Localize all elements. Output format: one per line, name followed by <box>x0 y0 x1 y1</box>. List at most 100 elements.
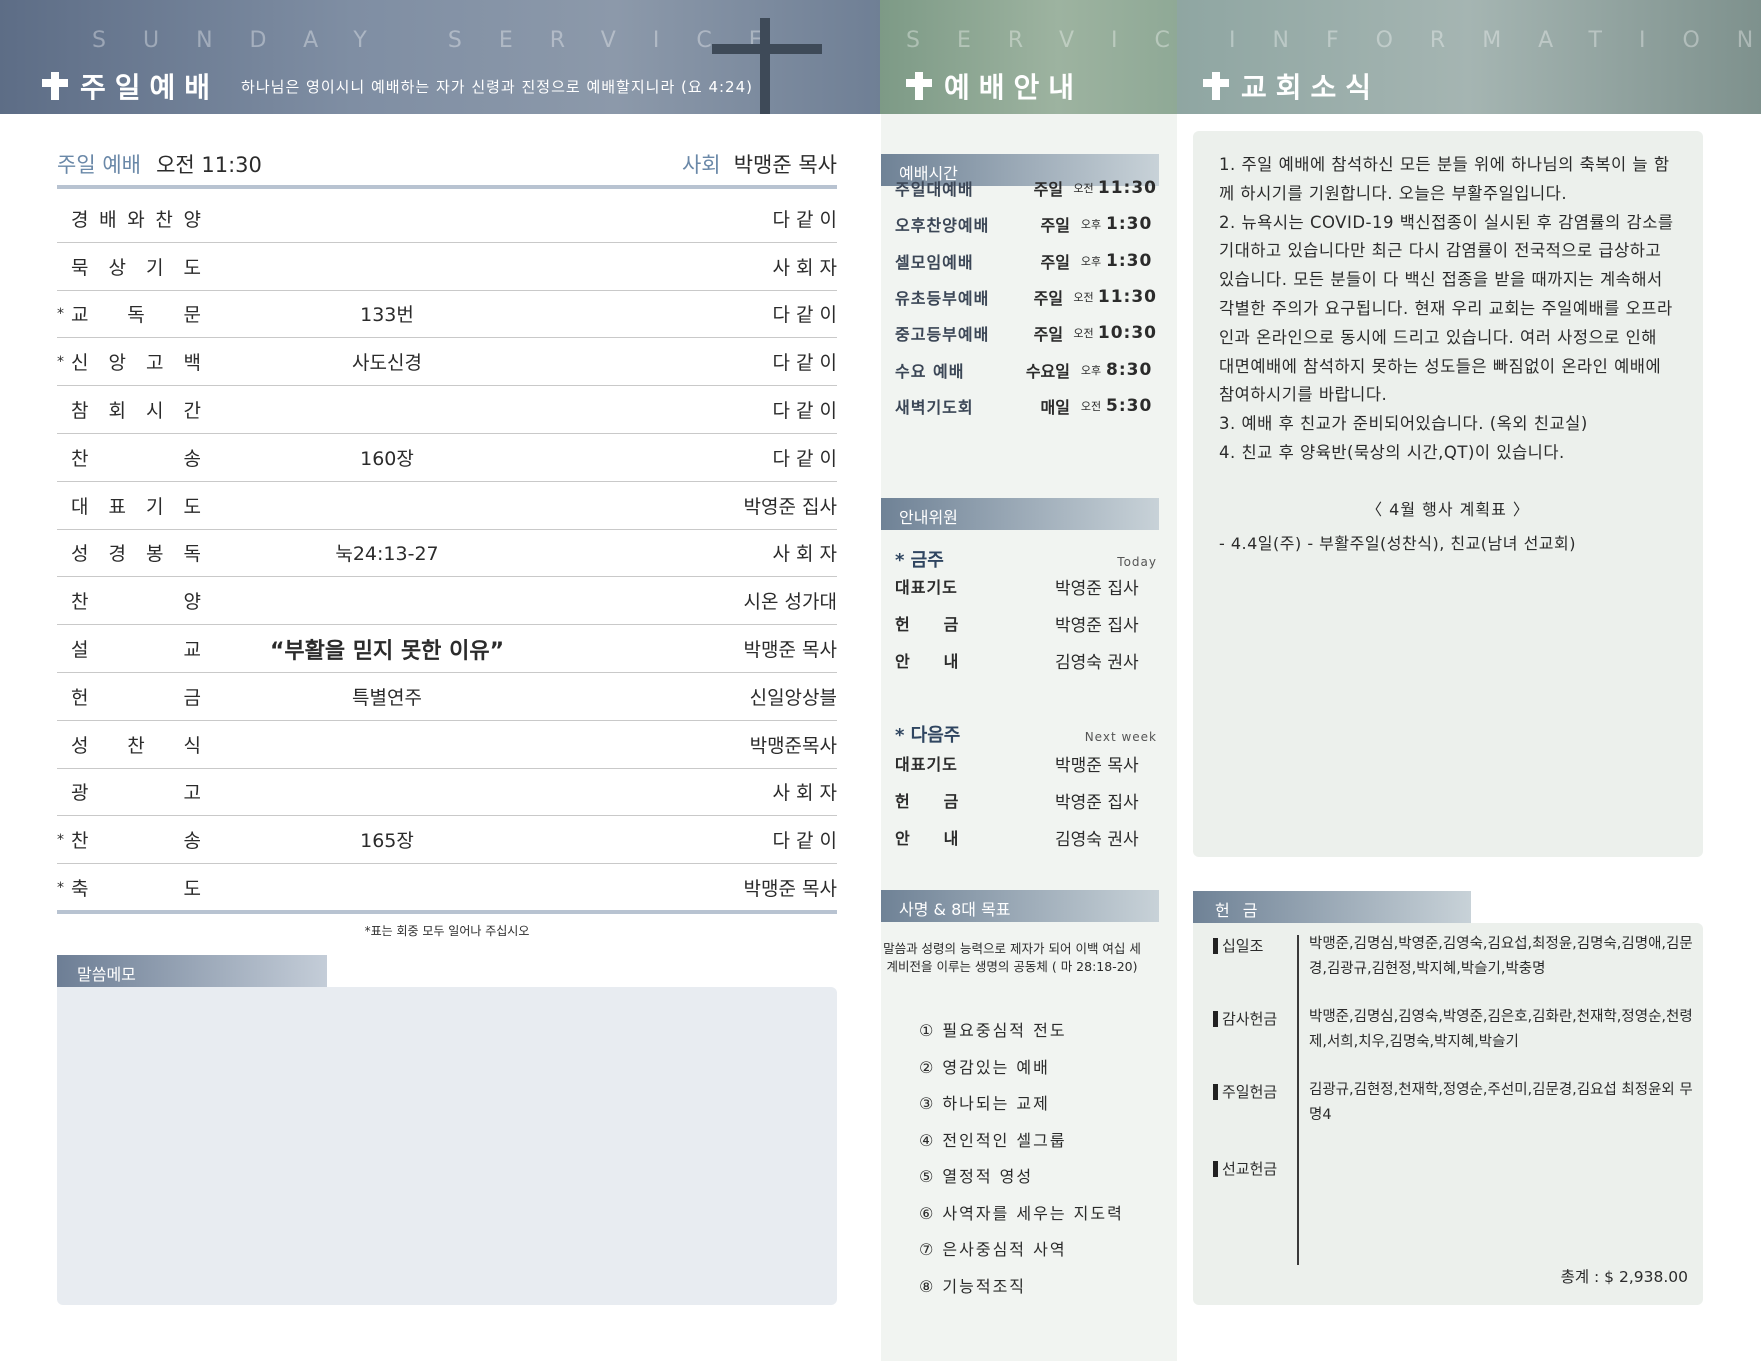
schedule-day: 매일 <box>1040 397 1070 417</box>
order-row: 묵상기도 사 회 자 <box>57 243 837 291</box>
order-item-name: 경배와찬양 <box>71 205 201 232</box>
mission-statement: 말씀과 성령의 능력으로 제자가 되어 이백 여십 세계비전을 이루는 생명의 … <box>883 941 1141 974</box>
schedule-row: 오후찬양예배 주일 오후 1:30 <box>895 206 1157 242</box>
offering-names: 박맹준,김명심,김영숙,박영준,김은호,김화란,천재학,정영순,천령제,서희,치… <box>1309 1009 1693 1050</box>
order-item-leader: 박영준 집사 <box>743 495 837 518</box>
offering-names: 김광규,김현정,천재학,정영순,주선미,김문경,김요섭 최정윤외 무명4 <box>1309 1082 1693 1123</box>
header-title-group: 주일예배 하나님은 영이시니 예배하는 자가 신령과 진정으로 예배할지니라 (… <box>42 66 753 106</box>
offering-category-label: 선교헌금 <box>1222 1160 1278 1178</box>
order-row: 경배와찬양 다 같 이 <box>57 195 837 243</box>
stand-note: *표는 회중 모두 일어나 주십시오 <box>364 924 530 938</box>
schedule-row: 유초등부예배 주일 오전 11:30 <box>895 279 1157 315</box>
header-spaced-text: SUNDAY SERVICE <box>92 28 800 53</box>
header-band-information: INFORMATION 교회소식 <box>1177 0 1761 114</box>
order-row: 찬 양 시온 성가대 <box>57 577 837 626</box>
order-item-content: 133번 <box>360 304 414 327</box>
schedule-name: 셀모임예배 <box>895 252 974 272</box>
usher-role: 헌 금 <box>895 615 960 634</box>
order-item-char: 표 <box>108 495 126 518</box>
order-item-char: 대 <box>71 495 89 518</box>
order-item-content: 165장 <box>360 830 414 853</box>
mission-tab: 사명 & 8대 목표 <box>881 890 1159 922</box>
offering-category-label: 십일조 <box>1222 937 1264 955</box>
cross-icon <box>42 72 68 100</box>
schedule-row: 셀모임예배 주일 오후 1:30 <box>895 243 1157 279</box>
service-info-column: 예배시간 주일대예배 주일 오전 11:30 오후찬양예배 주일 오후 1:30 셀모임예배 주일… <box>881 114 1177 1361</box>
schedule-time: 10:30 <box>1097 323 1157 344</box>
order-item-leader: 사 회 자 <box>772 782 837 805</box>
order-item-char: 와 <box>127 208 145 231</box>
usher-row: 대표기도 박영준 집사 <box>895 568 1157 604</box>
category-marker <box>1213 1083 1218 1100</box>
schedule-name: 수요 예배 <box>895 361 965 381</box>
order-item-leader: 신일앙상블 <box>749 686 837 709</box>
order-item-char: 식 <box>183 734 201 757</box>
order-item-char: 교 <box>71 304 89 327</box>
order-item-char: 기 <box>146 256 164 279</box>
header-title: 예배안내 <box>944 71 1084 104</box>
order-item-char: 헌 <box>71 686 89 709</box>
order-item-char: 양 <box>183 208 201 231</box>
offering-category: 십일조 <box>1213 935 1263 956</box>
memo-tab: 말씀메모 <box>57 955 327 987</box>
order-item-char: 성 <box>71 734 89 757</box>
category-marker <box>1213 1160 1218 1177</box>
sermon-title: “부활을 믿지 못한 이유” <box>269 638 505 664</box>
category-marker <box>1213 937 1218 954</box>
news-item: 2. 뉴욕시는 COVID-19 백신접종이 실시된 후 감염률의 감소를 기대… <box>1219 212 1674 405</box>
order-item-char: 광 <box>71 782 89 805</box>
order-item-name: 광고 <box>71 778 201 805</box>
schedule-time: 8:30 <box>1106 359 1153 380</box>
order-item-char: 도 <box>183 256 201 279</box>
offering-category-label: 주일헌금 <box>1222 1083 1278 1101</box>
next-week-heading: * 다음주 Next week <box>895 721 1157 747</box>
order-item-char: 앙 <box>108 352 126 375</box>
news-item: 4. 친교 후 양육반(묵상의 시간,QT)이 있습니다. <box>1219 442 1565 462</box>
schedule-day: 주일 <box>1040 252 1070 272</box>
order-item-char: 도 <box>183 878 201 901</box>
order-item-char: 축 <box>71 878 89 901</box>
usher-row: 안 내 김영숙 권사 <box>895 642 1157 678</box>
order-item-char: 도 <box>183 495 201 518</box>
usher-row: 안 내 김영숙 권사 <box>895 819 1157 855</box>
offering-names: 박맹준,김명심,박영준,김영숙,김요섭,최정윤,김명숙,김명애,김문경,김광규,… <box>1309 936 1693 977</box>
order-item-char: 경 <box>108 543 126 566</box>
header-title-group: 예배안내 <box>906 66 1083 106</box>
header-spaced-text: INFORMATION <box>1229 28 1761 53</box>
usher-name: 김영숙 권사 <box>1055 829 1139 850</box>
order-row: * 축 도 박맹준 목사 <box>57 864 837 912</box>
schedule-row: 중고등부예배 주일 오전 10:30 <box>895 315 1157 351</box>
order-item-name: 성찬식 <box>71 731 201 758</box>
order-item-content: 눅24:13-27 <box>335 543 439 566</box>
next-week-tag: Next week <box>1084 730 1157 744</box>
order-item-char: 시 <box>146 400 164 423</box>
schedule-day: 주일 <box>1033 288 1064 308</box>
order-item-char: 찬 <box>127 734 145 757</box>
usher-name: 박영준 집사 <box>1055 615 1139 636</box>
order-item-char: 찬 <box>71 447 89 470</box>
usher-role: 안 내 <box>895 652 960 671</box>
order-row: * 교 독 문 133번 다 같 이 <box>57 291 837 339</box>
order-item-char: 회 <box>108 400 126 423</box>
order-of-service: 경배와찬양다 같 이묵상기도사 회 자 * 교 독 문 133번 다 같 이 * 신 앙 고 백 사도신… <box>57 195 837 912</box>
memo-box <box>57 987 837 1305</box>
plan-item: - 4.4일(주) - 부활주일(성찬식), 친교(남녀 선교회) <box>1219 533 1576 553</box>
order-item-char: 양 <box>183 591 201 614</box>
usher-role: 헌 금 <box>895 792 960 811</box>
order-row: * 신 앙 고 백 사도신경 다 같 이 <box>57 338 837 387</box>
news-box: 1. 주일 예배에 참석하신 모든 분들 위에 하나님의 축복이 늘 함께 하시… <box>1193 131 1703 857</box>
goal-item: ③ 하나되는 교제 <box>919 1094 1050 1113</box>
order-item-leader: 사 회 자 <box>772 543 837 566</box>
header-verse: 하나님은 영이시니 예배하는 자가 신령과 진정으로 예배할지니라 (요 4:2… <box>241 77 753 96</box>
goal-item: ② 영감있는 예배 <box>919 1057 1050 1077</box>
usher-name: 박영준 집사 <box>1055 578 1139 599</box>
service-time: 오전 11:30 <box>156 153 262 177</box>
schedule-day: 주일 <box>1033 180 1064 199</box>
order-item-leader: 박맹준 목사 <box>743 639 837 662</box>
plan-title: 〈 4월 행사 계획표 〉 <box>1366 499 1530 519</box>
ushers-tab: 안내위원 <box>881 498 1159 530</box>
header-title: 주일예배 <box>80 71 220 104</box>
usher-role: 대표기도 <box>895 578 958 597</box>
order-item-name: 참회시간 <box>71 396 201 423</box>
order-row: 설 교 “부활을 믿지 못한 이유” 박맹준 목사 <box>57 625 837 673</box>
